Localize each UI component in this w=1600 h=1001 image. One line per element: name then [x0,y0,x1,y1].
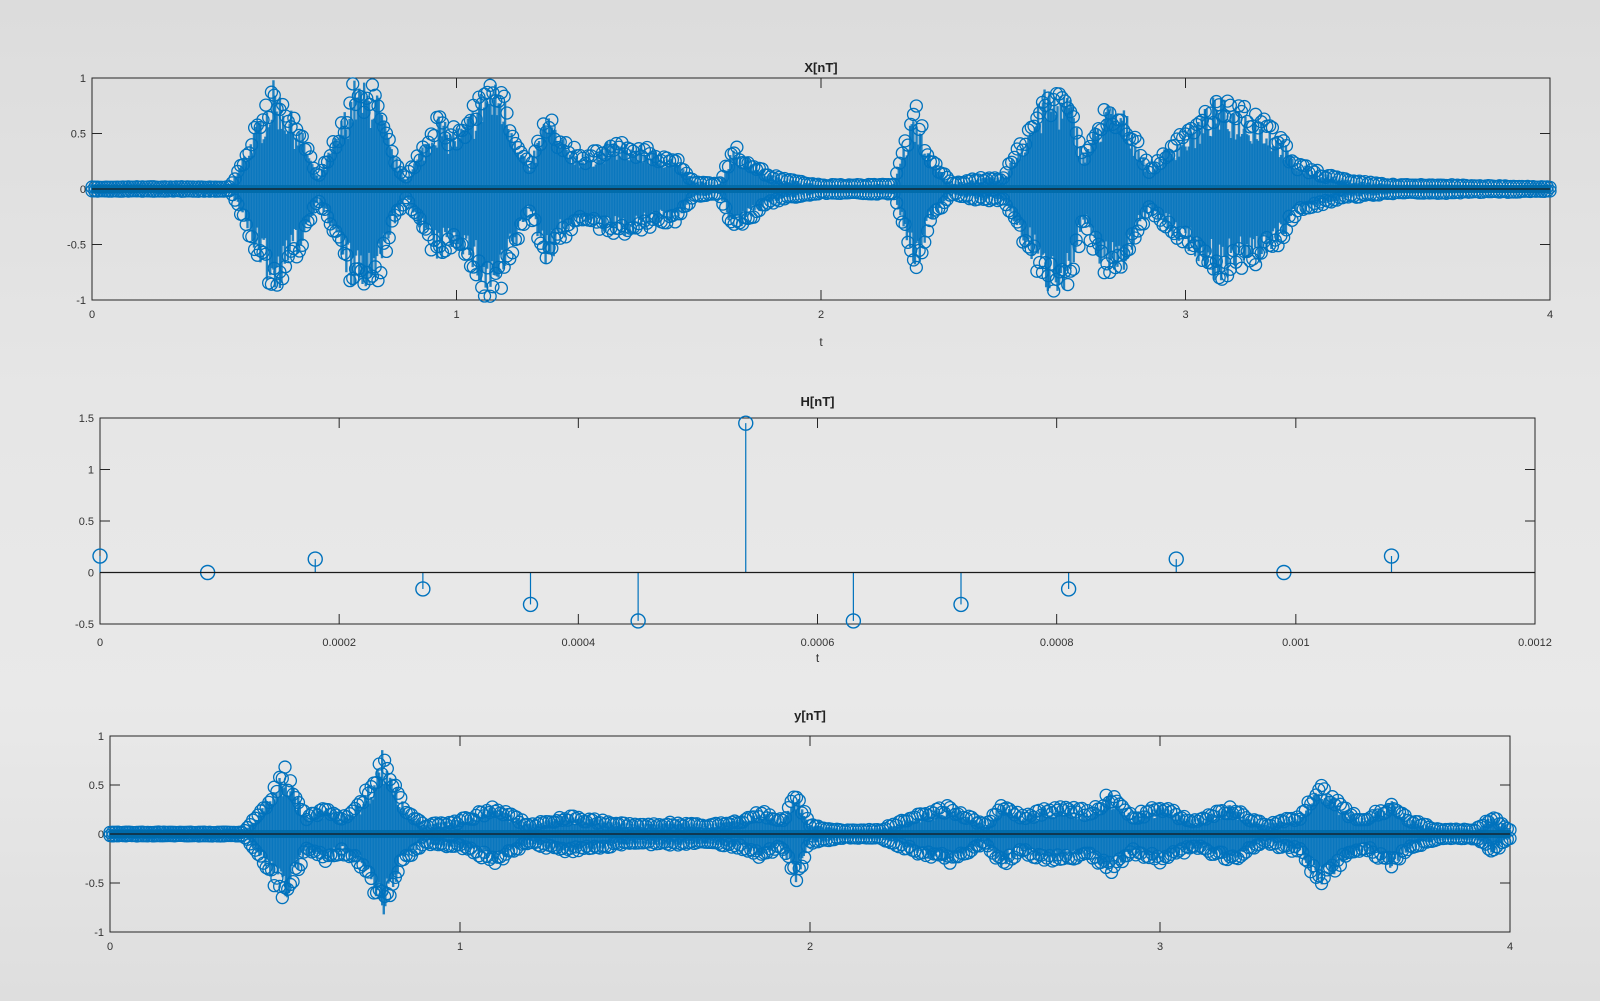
data-point [909,260,923,275]
data-point [259,98,273,112]
data-point [500,106,514,120]
y-tick-label: -0.5 [75,619,94,631]
y-tick-label: -1 [94,927,104,939]
panel-h: H[nT]-0.500.511.50 0.0002 0.0004 0.0006 0.00… [75,394,1552,665]
x-tick-label: 0 [89,309,95,321]
data-point [1047,284,1061,298]
data-point [1066,262,1080,276]
data-point [1314,778,1329,793]
data-point [346,77,360,91]
y-tick-label: 1 [98,731,104,743]
y-tick-label: -1 [76,295,86,307]
data-point [264,85,279,99]
y-tick-label: 1 [80,73,86,85]
x-tick-label: 0 [97,637,103,649]
data-point [278,760,292,774]
panel-y: y[nT] -1 -0.5 0 0.5 1 0 1 2 3 4 [85,708,1517,953]
x-tick-label: 3 [1157,941,1163,953]
x-tick-label: 0 [107,941,113,953]
chart-title: y[nT] [794,708,826,723]
data-point [909,99,923,113]
x-axis-label: t [819,335,823,349]
chart-title: H[nT] [801,394,835,409]
x-tick-label: 0.0002 [322,637,356,649]
x-tick-label: 2 [818,309,824,321]
x-tick-label: 2 [807,941,813,953]
x-tick-label: 4 [1547,309,1553,321]
chart-title: X[nT] [804,60,837,75]
y-tick-label: 1 [88,465,94,477]
x-tick-label: 4 [1507,941,1513,953]
y-tick-label: 0.5 [71,129,86,141]
y-tick-label: 0.5 [79,516,94,528]
axes-box [99,417,1536,625]
figure: X[nT]-1-0.500.510 1 2 3 4tH[nT]-0.500.511.50… [67,60,1557,953]
y-tick-label: -0.5 [67,240,86,252]
x-tick-label: 0.0006 [801,637,835,649]
y-tick-label: 1.5 [79,413,94,425]
x-tick-label: 0.001 [1282,637,1310,649]
x-tick-label: 0.0004 [562,637,596,649]
x-tick-label: 1 [457,941,463,953]
x-axis-label: t [816,651,820,665]
y-tick-label: 0.5 [89,780,104,792]
data-point [466,98,480,113]
x-tick-label: 0.0008 [1040,637,1074,649]
data-point [915,119,929,133]
y-tick-label: 0 [98,829,104,841]
panel-x: X[nT] -1 -0.5 0 0.5 1 0 1 2 3 4 t [67,60,1557,349]
data-point [494,85,509,100]
y-tick-label: 0 [88,568,94,580]
x-tick-label: 0.0012 [1518,637,1552,649]
y-tick-label: -0.5 [85,878,104,890]
y-tick-label: 0 [80,184,86,196]
data-point [1128,231,1142,245]
x-tick-label: 3 [1182,309,1188,321]
data-point [494,281,509,295]
x-tick-label: 1 [453,309,459,321]
